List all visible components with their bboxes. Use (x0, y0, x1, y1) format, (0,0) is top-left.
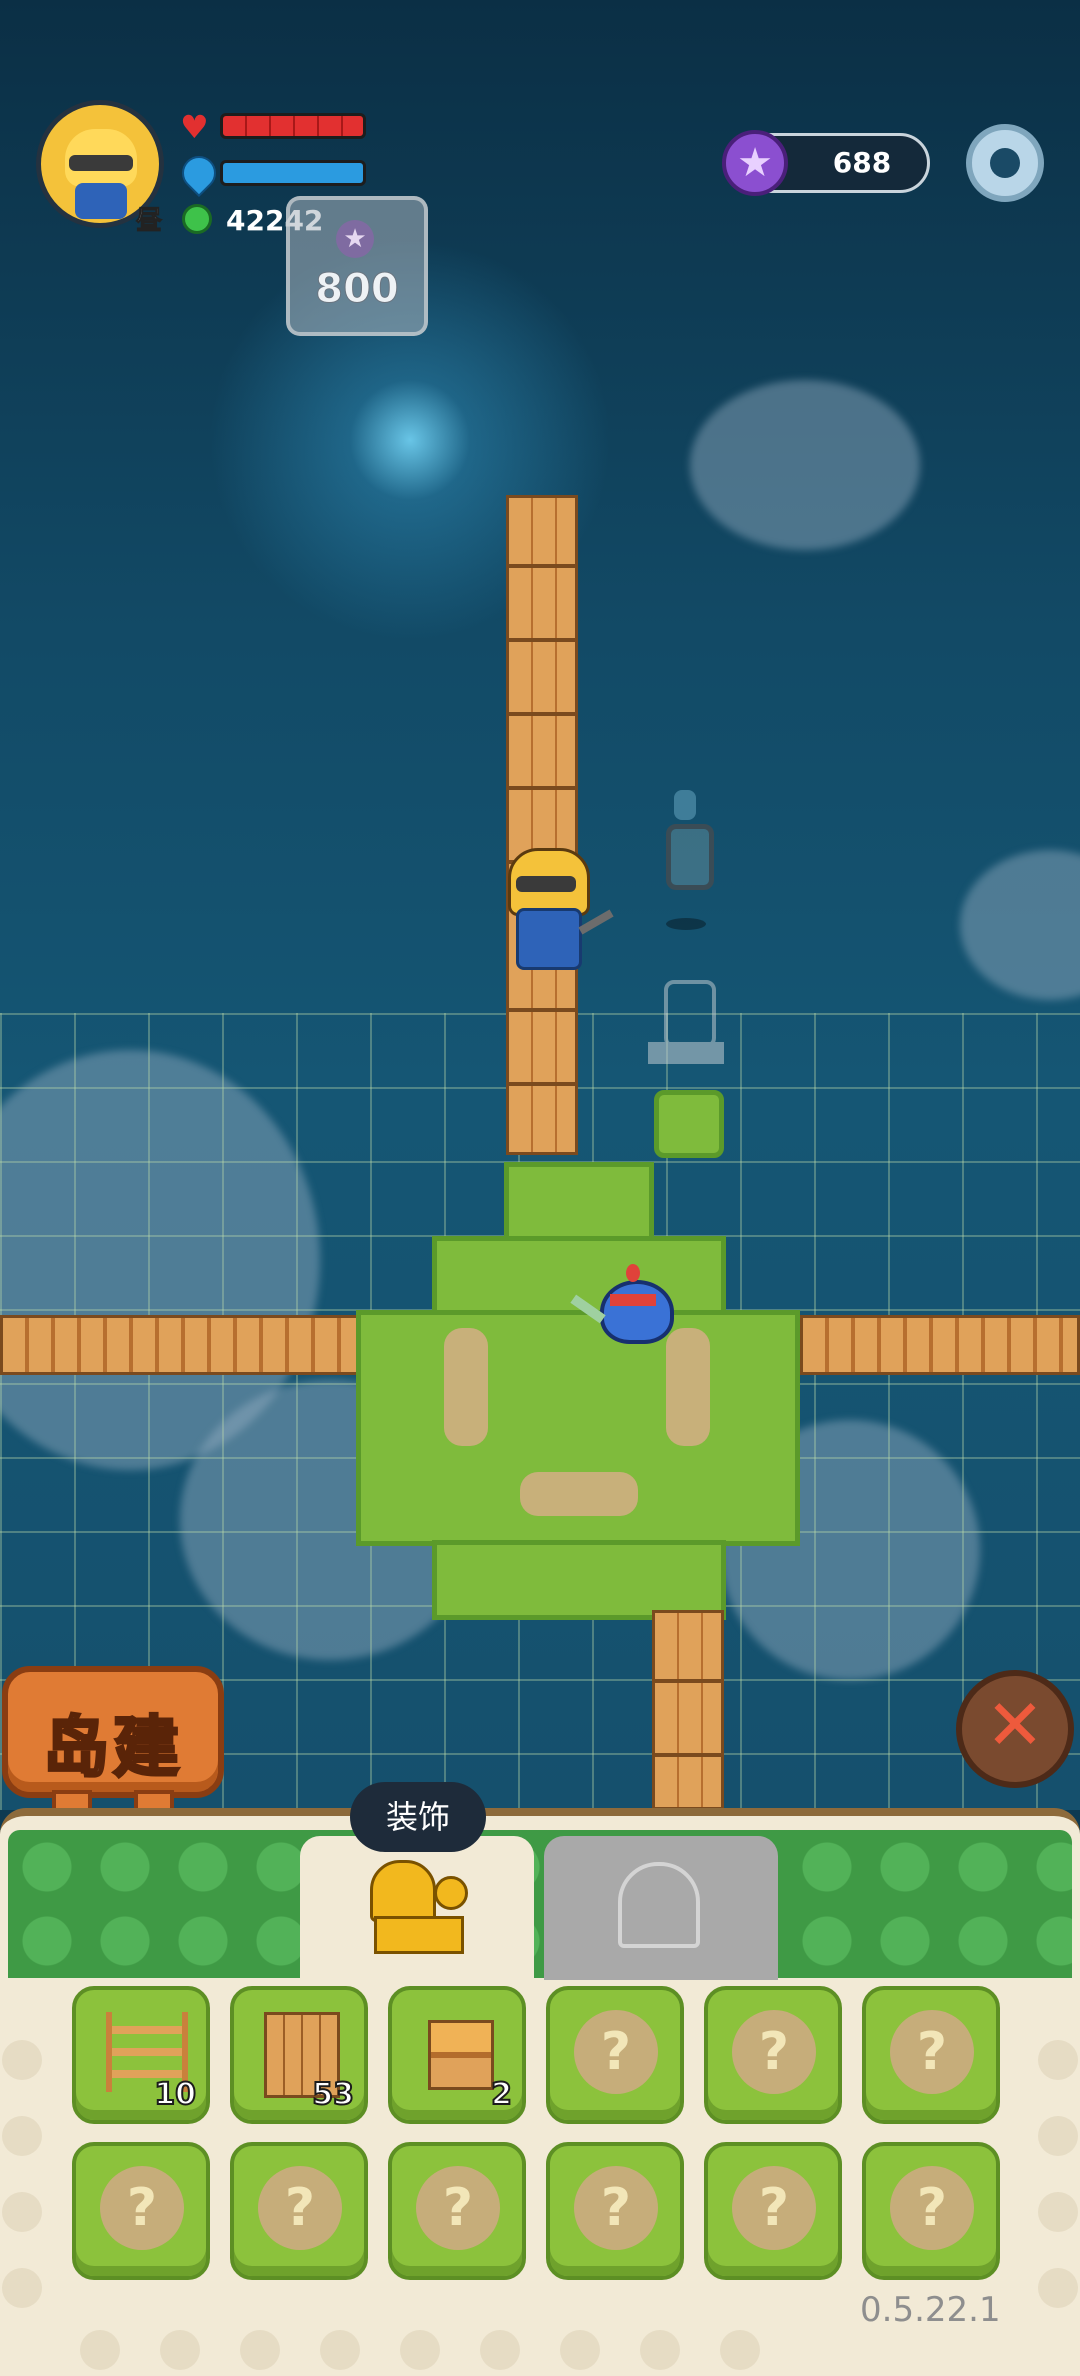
question-mark-icon: ? (574, 2166, 658, 2250)
question-mark-icon: ? (890, 2010, 974, 2094)
purple-star-gem-icon: ★ (722, 130, 788, 196)
dirt-patch (520, 1472, 638, 1516)
item-count: 10 (153, 2076, 197, 2113)
tab-bar (8, 1830, 1072, 1978)
inventory-slot-locked[interactable]: ? (546, 1986, 684, 2124)
day-indicator: 昼 (135, 206, 163, 237)
small-islet (654, 1090, 724, 1158)
inventory-slot-locked[interactable]: ? (862, 2142, 1000, 2280)
bridge-north (506, 495, 578, 1155)
blueprint-icon (618, 1862, 700, 1948)
price-value: 800 (315, 266, 400, 313)
question-mark-icon: ? (732, 2166, 816, 2250)
question-mark-icon: ? (890, 2166, 974, 2250)
bridge-west (0, 1315, 360, 1375)
inventory-slot-wood-planks[interactable]: 53 (230, 1986, 368, 2124)
close-glyph: ✕ (985, 1684, 1045, 1766)
inventory-slot-wood-block[interactable]: 2 (388, 1986, 526, 2124)
build-button-label: 岛建 (42, 1708, 183, 1788)
tab-decoration[interactable] (300, 1836, 534, 1980)
dirt-patch (444, 1328, 488, 1446)
bridge-east (800, 1315, 1080, 1375)
inventory-slot-locked[interactable]: ? (704, 2142, 842, 2280)
inventory-slot-locked[interactable]: ? (72, 2142, 210, 2280)
dirt-patch (666, 1328, 710, 1446)
inventory-slot-locked[interactable]: ? (862, 1986, 1000, 2124)
gear-icon[interactable] (966, 124, 1044, 202)
placement-preview (648, 980, 724, 1090)
item-count: 53 (311, 2076, 355, 2113)
tab-tooltip: 装饰 (350, 1782, 486, 1852)
question-mark-icon: ? (100, 2166, 184, 2250)
player-character[interactable] (498, 848, 614, 978)
bridge-south (652, 1610, 724, 1810)
inventory-slot-locked[interactable]: ? (704, 1986, 842, 2124)
cloud (960, 850, 1080, 1000)
inventory-slot-locked[interactable]: ? (546, 2142, 684, 2280)
version-label: 0.5.22.1 (860, 2290, 1001, 2330)
wood-block-icon (428, 2020, 494, 2090)
island-build-button[interactable]: 岛建 (2, 1666, 224, 1798)
health-bar (220, 113, 366, 139)
gem-amount: 688 (832, 146, 892, 179)
mana-bar (220, 160, 366, 186)
decoration-icon-knob (434, 1876, 468, 1910)
island-top (504, 1162, 654, 1242)
decoration-icon (370, 1860, 436, 1922)
green-coin-icon (182, 204, 212, 234)
heart-icon: ♥ (180, 108, 209, 146)
cloud (690, 380, 920, 550)
purple-star-gem-icon: ★ (336, 220, 374, 258)
inventory-slot-locked[interactable]: ? (388, 2142, 526, 2280)
price-tag: ★ 800 (286, 196, 428, 336)
lantern (662, 790, 714, 890)
question-mark-icon: ? (574, 2010, 658, 2094)
decoration-icon-base (374, 1916, 464, 1954)
question-mark-icon: ? (258, 2166, 342, 2250)
close-icon[interactable]: ✕ (956, 1670, 1074, 1788)
question-mark-icon: ? (732, 2010, 816, 2094)
inventory-slot-locked[interactable]: ? (230, 2142, 368, 2280)
item-count: 2 (490, 2076, 513, 2113)
island-lower (432, 1540, 726, 1620)
game-world[interactable] (0, 0, 1080, 1810)
inventory-slot-ladder[interactable]: 10 (72, 1986, 210, 2124)
slime-enemy[interactable] (570, 1264, 680, 1344)
shadow (666, 918, 706, 930)
tab-blueprint[interactable] (544, 1836, 778, 1980)
question-mark-icon: ? (416, 2166, 500, 2250)
